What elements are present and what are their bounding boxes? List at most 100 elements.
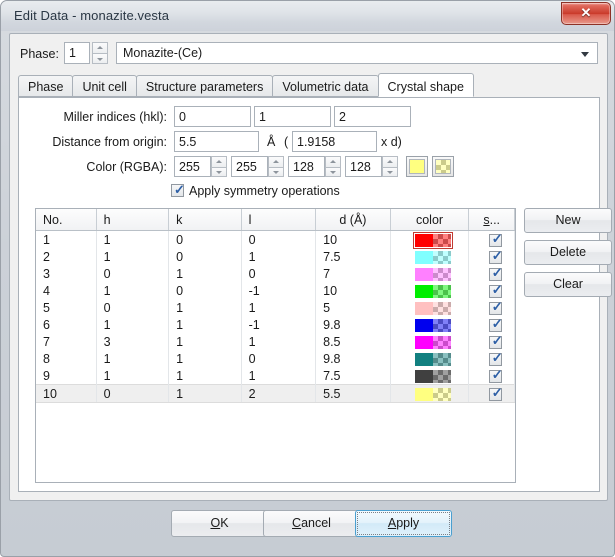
color-blue-stepper-up[interactable]	[325, 156, 341, 167]
cell-show[interactable]: ✓	[469, 316, 515, 333]
crystal-faces-table[interactable]: No. h k l d (Å) color s... 110010✓21017.…	[35, 208, 516, 483]
row-color-swatch[interactable]	[415, 388, 451, 401]
table-row[interactable]: 100125.5✓	[36, 385, 515, 403]
cell-color[interactable]	[390, 231, 469, 249]
row-color-swatch[interactable]	[415, 268, 451, 281]
cell-color[interactable]	[390, 367, 469, 385]
phase-number-input[interactable]	[64, 42, 90, 64]
color-blue-stepper[interactable]	[325, 156, 341, 177]
phase-number-stepper[interactable]	[92, 42, 108, 64]
miller-l-input[interactable]	[334, 106, 411, 127]
cell-show[interactable]: ✓	[469, 265, 515, 282]
row-show-checkbox[interactable]: ✓	[489, 234, 502, 247]
table-row[interactable]: 50115✓	[36, 299, 515, 316]
column-header-d[interactable]: d (Å)	[316, 209, 391, 231]
row-color-swatch[interactable]	[415, 251, 451, 264]
cell-show[interactable]: ✓	[469, 282, 515, 299]
tab-phase[interactable]: Phase	[18, 75, 73, 97]
cell-show[interactable]: ✓	[469, 248, 515, 265]
table-row[interactable]: 21017.5✓	[36, 248, 515, 265]
cell-show[interactable]: ✓	[469, 385, 515, 403]
row-color-swatch[interactable]	[415, 285, 451, 298]
table-row[interactable]: 410-110✓	[36, 282, 515, 299]
row-color-swatch[interactable]	[415, 336, 451, 349]
color-blue-input[interactable]	[288, 156, 325, 177]
phase-stepper-down[interactable]	[92, 53, 108, 64]
row-color-swatch[interactable]	[415, 353, 451, 366]
row-show-checkbox[interactable]: ✓	[489, 319, 502, 332]
row-color-swatch[interactable]	[415, 302, 451, 315]
color-red-stepper-down[interactable]	[211, 167, 227, 178]
alpha-preview-button[interactable]	[432, 156, 454, 177]
table-row[interactable]: 73118.5✓	[36, 333, 515, 350]
color-alpha-stepper[interactable]	[382, 156, 398, 177]
cell-color[interactable]	[390, 265, 469, 282]
color-green-stepper-down[interactable]	[268, 167, 284, 178]
apply-button[interactable]: Apply	[355, 510, 452, 537]
row-show-checkbox[interactable]: ✓	[489, 251, 502, 264]
row-show-checkbox[interactable]: ✓	[489, 302, 502, 315]
tab-volumetric-data[interactable]: Volumetric data	[272, 75, 378, 97]
cell-color[interactable]	[390, 385, 469, 403]
color-blue-stepper-down[interactable]	[325, 167, 341, 178]
cancel-button[interactable]: Cancel	[263, 510, 360, 537]
delete-button[interactable]: Delete	[524, 240, 612, 265]
cell-color[interactable]	[390, 282, 469, 299]
apply-symmetry-checkbox[interactable]: ✓	[171, 184, 184, 197]
row-color-swatch[interactable]	[415, 234, 451, 247]
cell-show[interactable]: ✓	[469, 350, 515, 367]
cell-color[interactable]	[390, 299, 469, 316]
phase-name-dropdown[interactable]: Monazite-(Ce)	[116, 42, 598, 64]
row-show-checkbox[interactable]: ✓	[489, 285, 502, 298]
row-show-checkbox[interactable]: ✓	[489, 353, 502, 366]
color-red-stepper[interactable]	[211, 156, 227, 177]
miller-k-input[interactable]	[254, 106, 331, 127]
ok-button[interactable]: OK	[171, 510, 268, 537]
column-header-h[interactable]: h	[96, 209, 169, 231]
color-alpha-stepper-up[interactable]	[382, 156, 398, 167]
close-window-button[interactable]: ✕	[561, 2, 611, 25]
row-show-checkbox[interactable]: ✓	[489, 336, 502, 349]
clear-button[interactable]: Clear	[524, 272, 612, 297]
cell-color[interactable]	[390, 350, 469, 367]
row-show-checkbox[interactable]: ✓	[489, 268, 502, 281]
column-header-k[interactable]: k	[169, 209, 242, 231]
cell-show[interactable]: ✓	[469, 299, 515, 316]
table-row[interactable]: 110010✓	[36, 231, 515, 249]
tab-structure-parameters[interactable]: Structure parameters	[136, 75, 273, 97]
color-alpha-input[interactable]	[345, 156, 382, 177]
column-header-show[interactable]: s...	[469, 209, 515, 231]
row-color-swatch[interactable]	[415, 370, 451, 383]
miller-h-input[interactable]	[174, 106, 251, 127]
distance-from-origin-input[interactable]	[174, 131, 259, 152]
d-spacing-multiple-input[interactable]	[292, 131, 377, 152]
color-green-stepper[interactable]	[268, 156, 284, 177]
color-preview-button[interactable]	[406, 156, 428, 177]
column-header-color[interactable]: color	[390, 209, 469, 231]
tab-crystal-shape[interactable]: Crystal shape	[378, 73, 474, 97]
cell-color[interactable]	[390, 316, 469, 333]
title-bar[interactable]: Edit Data - monazite.vesta ✕	[1, 1, 615, 31]
phase-stepper-up[interactable]	[92, 42, 108, 53]
table-row[interactable]: 91117.5✓	[36, 367, 515, 385]
color-green-stepper-up[interactable]	[268, 156, 284, 167]
color-red-input[interactable]	[174, 156, 211, 177]
row-color-swatch[interactable]	[415, 319, 451, 332]
column-header-no[interactable]: No.	[36, 209, 96, 231]
color-green-input[interactable]	[231, 156, 268, 177]
cell-show[interactable]: ✓	[469, 333, 515, 350]
row-show-checkbox[interactable]: ✓	[489, 370, 502, 383]
table-row[interactable]: 81109.8✓	[36, 350, 515, 367]
column-header-l[interactable]: l	[241, 209, 316, 231]
row-show-checkbox[interactable]: ✓	[489, 388, 502, 401]
table-row[interactable]: 30107✓	[36, 265, 515, 282]
table-row[interactable]: 611-19.8✓	[36, 316, 515, 333]
tab-unit-cell[interactable]: Unit cell	[72, 75, 136, 97]
cell-color[interactable]	[390, 248, 469, 265]
color-alpha-stepper-down[interactable]	[382, 167, 398, 178]
new-button[interactable]: New	[524, 208, 612, 233]
color-red-stepper-up[interactable]	[211, 156, 227, 167]
cell-show[interactable]: ✓	[469, 231, 515, 249]
cell-color[interactable]	[390, 333, 469, 350]
cell-show[interactable]: ✓	[469, 367, 515, 385]
